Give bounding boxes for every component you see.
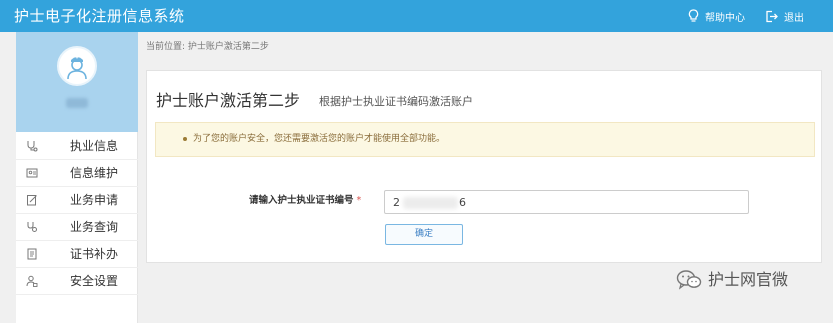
logout-label: 退出 <box>784 12 804 24</box>
sidebar-item-label: 执业信息 <box>70 139 119 153</box>
activation-card: 护士账户激活第二步 根据护士执业证书编码激活账户 为了您的账户安全，您还需要激活… <box>146 70 822 263</box>
nurse-avatar-icon <box>67 55 87 80</box>
sidebar-item-business-query[interactable]: 业务查询 <box>16 214 138 241</box>
logout-link[interactable]: 退出 <box>765 8 804 24</box>
profile-panel <box>16 32 138 132</box>
sidebar-menu: 执业信息 信息维护 业务申请 业务查询 证书补办 安全设置 <box>16 133 138 295</box>
help-center-link[interactable]: 帮助中心 <box>688 8 745 24</box>
logout-icon <box>766 10 778 22</box>
input-value-end: 6 <box>459 196 466 209</box>
search-stethoscope-icon <box>27 222 37 232</box>
app-title: 护士电子化注册信息系统 <box>14 7 185 25</box>
sidebar-item-info-maintenance[interactable]: 信息维护 <box>16 160 138 187</box>
id-card-icon <box>26 168 38 178</box>
lightbulb-icon <box>688 9 699 22</box>
wechat-icon <box>676 270 702 290</box>
stethoscope-icon <box>27 141 38 152</box>
sidebar-item-label: 业务查询 <box>70 220 119 234</box>
sidebar-item-label: 业务申请 <box>70 193 119 207</box>
sidebar-item-certificate-reissue[interactable]: 证书补办 <box>16 241 138 268</box>
sidebar: 执业信息 信息维护 业务申请 业务查询 证书补办 安全设置 <box>16 32 138 323</box>
warning-alert: 为了您的账户安全，您还需要激活您的账户才能使用全部功能。 <box>155 122 815 157</box>
sidebar-item-label: 证书补办 <box>70 247 119 261</box>
lock-user-icon <box>26 275 38 287</box>
edit-document-icon <box>27 195 37 206</box>
top-bar: 护士电子化注册信息系统 帮助中心 退出 <box>0 0 833 32</box>
sidebar-item-practice-info[interactable]: 执业信息 <box>16 133 138 160</box>
alert-bullet-icon <box>183 137 187 141</box>
required-mark: * <box>356 195 362 206</box>
sidebar-item-business-apply[interactable]: 业务申请 <box>16 187 138 214</box>
page-subtitle: 根据护士执业证书编码激活账户 <box>319 95 473 108</box>
certificate-number-label-text: 请输入护士执业证书编号 <box>249 195 354 206</box>
breadcrumb: 当前位置: 护士账户激活第二步 <box>146 42 269 52</box>
watermark-text: 护士网官微 <box>708 270 789 289</box>
input-value-redacted <box>403 197 458 209</box>
sidebar-item-label: 信息维护 <box>70 166 119 180</box>
certificate-number-input[interactable]: 2 6 <box>384 190 749 214</box>
input-value-start: 2 <box>393 196 400 209</box>
sidebar-item-security-settings[interactable]: 安全设置 <box>16 268 138 295</box>
alert-text: 为了您的账户安全，您还需要激活您的账户才能使用全部功能。 <box>193 134 446 144</box>
username-blurred <box>66 98 88 108</box>
certificate-icon <box>27 248 37 260</box>
page-title: 护士账户激活第二步 <box>156 91 301 110</box>
confirm-button[interactable]: 确定 <box>385 224 463 245</box>
sidebar-item-label: 安全设置 <box>70 274 119 288</box>
certificate-number-label: 请输入护士执业证书编号 * <box>249 195 361 207</box>
help-center-label: 帮助中心 <box>705 12 745 24</box>
avatar[interactable] <box>57 46 97 86</box>
watermark: 护士网官微 <box>676 268 788 292</box>
